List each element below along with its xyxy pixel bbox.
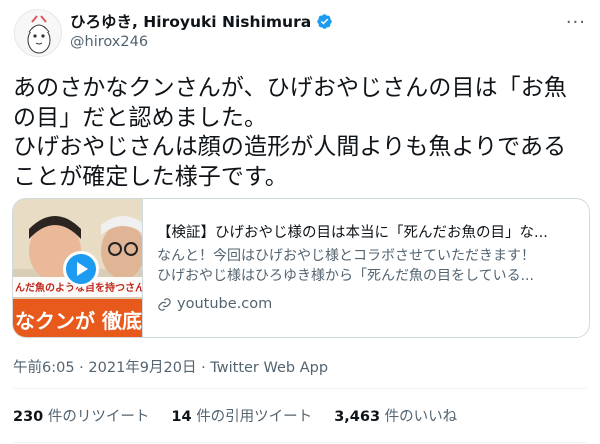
card-description-line-1: なんと！今回はひげおやじ様とコラボさせていただきます！ bbox=[157, 248, 535, 264]
divider bbox=[13, 442, 587, 443]
card-description: なんと！今回はひげおやじ様とコラボさせていただきます！ ひげおやじ様はひろゆき様… bbox=[157, 246, 577, 286]
card-body[interactable]: 【検証】ひげおやじ様の目は本当に「死んだお魚の目」な... なんと！今回はひげお… bbox=[143, 199, 589, 337]
card-domain-text: youtube.com bbox=[177, 296, 273, 312]
card-thumbnail: んだ魚のような目を持つさん なクンが 徹底 bbox=[13, 199, 143, 337]
avatar[interactable] bbox=[14, 9, 62, 57]
tweet-meta[interactable]: 午前6:05 · 2021年9月20日 · Twitter Web App bbox=[13, 356, 328, 377]
quote-tweet-count[interactable]: 14 件の引用ツイート bbox=[171, 405, 312, 426]
display-name[interactable]: ひろゆき, Hiroyuki Nishimura bbox=[70, 10, 311, 32]
link-icon bbox=[158, 297, 171, 311]
verified-badge-icon bbox=[317, 13, 332, 29]
thumb-caption-bottom: なクンが 徹底 bbox=[15, 309, 142, 333]
link-card[interactable]: んだ魚のような目を持つさん なクンが 徹底 【検証】ひげおやじ様の目は本当に「死… bbox=[12, 198, 590, 338]
retweet-count[interactable]: 230 件のリツイート bbox=[13, 405, 149, 426]
card-description-line-2: ひげおやじ様はひろゆき様から「死んだ魚の目をしている... bbox=[157, 268, 534, 284]
author-name-row[interactable]: ひろゆき, Hiroyuki Nishimura bbox=[70, 10, 333, 32]
card-domain: youtube.com bbox=[157, 296, 577, 312]
tweet-stats: 230 件のリツイート 14 件の引用ツイート 3,463 件のいいね bbox=[13, 405, 457, 426]
more-options-icon[interactable]: ··· bbox=[566, 12, 586, 33]
card-title[interactable]: 【検証】ひげおやじ様の目は本当に「死んだお魚の目」な... bbox=[157, 223, 577, 243]
author-handle[interactable]: @hirox246 bbox=[70, 34, 148, 50]
tweet-text: あのさかなクンさんが、ひげおやじさんの目は「お魚の目」だと認めました。 ひげおや… bbox=[13, 75, 567, 190]
like-count[interactable]: 3,463 件のいいね bbox=[334, 405, 457, 426]
divider bbox=[13, 388, 587, 389]
play-button-icon[interactable] bbox=[63, 251, 99, 287]
